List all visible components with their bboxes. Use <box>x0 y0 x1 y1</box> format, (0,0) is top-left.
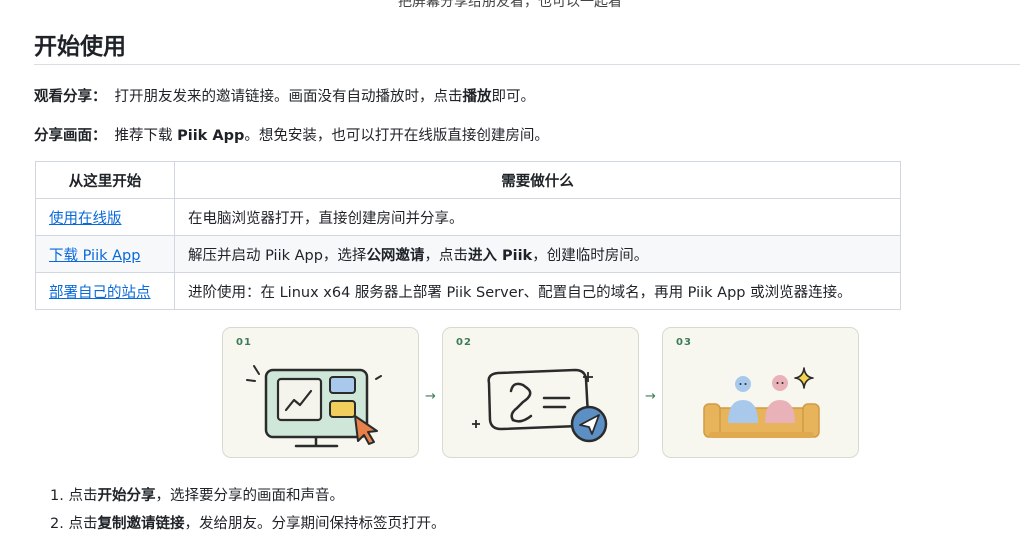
table-row: 部署自己的站点 进阶使用：在 Linux x64 服务器上部署 Piik Ser… <box>35 272 901 310</box>
step-text: ，发给朋友。分享期间保持标签页打开。 <box>184 516 446 532</box>
watch-text: 打开朋友发来的邀请链接。画面没有自动播放时，点击 <box>114 89 463 105</box>
step-text: 1. 点击 <box>50 488 98 504</box>
desc-text: 解压并启动 Piik App，选择 <box>188 247 367 264</box>
invite-link-send-icon <box>472 368 608 443</box>
watch-paragraph: 观看分享： 打开朋友发来的邀请链接。画面没有自动播放时，点击播放即可。 <box>34 85 535 106</box>
steps-list: 1. 点击开始分享，选择要分享的画面和声音。 2. 点击复制邀请链接，发给朋友。… <box>50 485 445 541</box>
table-header-row: 从这里开始 需要做什么 <box>35 161 901 199</box>
copy-invite-bold: 复制邀请链接 <box>97 516 185 532</box>
step-text: 2. 点击 <box>50 516 98 532</box>
step-card-3: 03 <box>662 327 859 458</box>
arrow-2-3: → <box>645 389 656 404</box>
share-label: 分享画面： <box>34 128 107 144</box>
start-share-bold: 开始分享 <box>97 488 156 504</box>
watch-text-end: 即可。 <box>491 89 536 105</box>
list-item: 2. 点击复制邀请链接，发给朋友。分享期间保持标签页打开。 <box>50 513 445 541</box>
download-app-link[interactable]: 下载 Piik App <box>49 248 140 264</box>
share-app-bold: Piik App <box>177 128 245 144</box>
enter-piik-bold: 进入 Piik <box>467 247 533 264</box>
monitor-share-icon <box>246 365 382 448</box>
table-header-action: 需要做什么 <box>174 161 901 199</box>
desc-text: ，点击 <box>424 247 468 264</box>
watch-play-bold: 播放 <box>462 89 492 105</box>
table-row: 使用在线版 在电脑浏览器打开，直接创建房间并分享。 <box>35 198 901 236</box>
table-header-start: 从这里开始 <box>35 161 175 199</box>
row-description: 进阶使用：在 Linux x64 服务器上部署 Piik Server、配置自己… <box>174 272 901 310</box>
row-description: 解压并启动 Piik App，选择公网邀请，点击进入 Piik，创建临时房间。 <box>174 235 901 273</box>
step-card-1: 01 <box>222 327 419 458</box>
self-host-link[interactable]: 部署自己的站点 <box>49 285 151 301</box>
public-invite-bold: 公网邀请 <box>366 247 425 264</box>
getting-started-table: 从这里开始 需要做什么 使用在线版 在电脑浏览器打开，直接创建房间并分享。 下载… <box>35 161 901 310</box>
table-row: 下载 Piik App 解压并启动 Piik App，选择公网邀请，点击进入 P… <box>35 235 901 273</box>
step-card-2: 02 <box>442 327 639 458</box>
desc-text: ，创建临时房间。 <box>532 247 649 264</box>
friends-sofa-icon <box>703 367 820 438</box>
previous-text-clipped: 把屏幕分享给朋友看，也可以一起看 <box>398 0 622 10</box>
online-version-link[interactable]: 使用在线版 <box>49 211 122 227</box>
list-item: 1. 点击开始分享，选择要分享的画面和声音。 <box>50 485 445 513</box>
step-text: ，选择要分享的画面和声音。 <box>155 488 344 504</box>
title-divider <box>34 64 1020 65</box>
share-text-end: 。想免安装，也可以打开在线版直接创建房间。 <box>244 128 549 144</box>
share-paragraph: 分享画面： 推荐下载 Piik App。想免安装，也可以打开在线版直接创建房间。 <box>34 124 549 145</box>
share-text: 推荐下载 <box>114 128 178 144</box>
page-title: 开始使用 <box>34 34 126 60</box>
row-description: 在电脑浏览器打开，直接创建房间并分享。 <box>174 198 901 236</box>
arrow-1-2: → <box>425 389 436 404</box>
watch-label: 观看分享： <box>34 89 107 105</box>
